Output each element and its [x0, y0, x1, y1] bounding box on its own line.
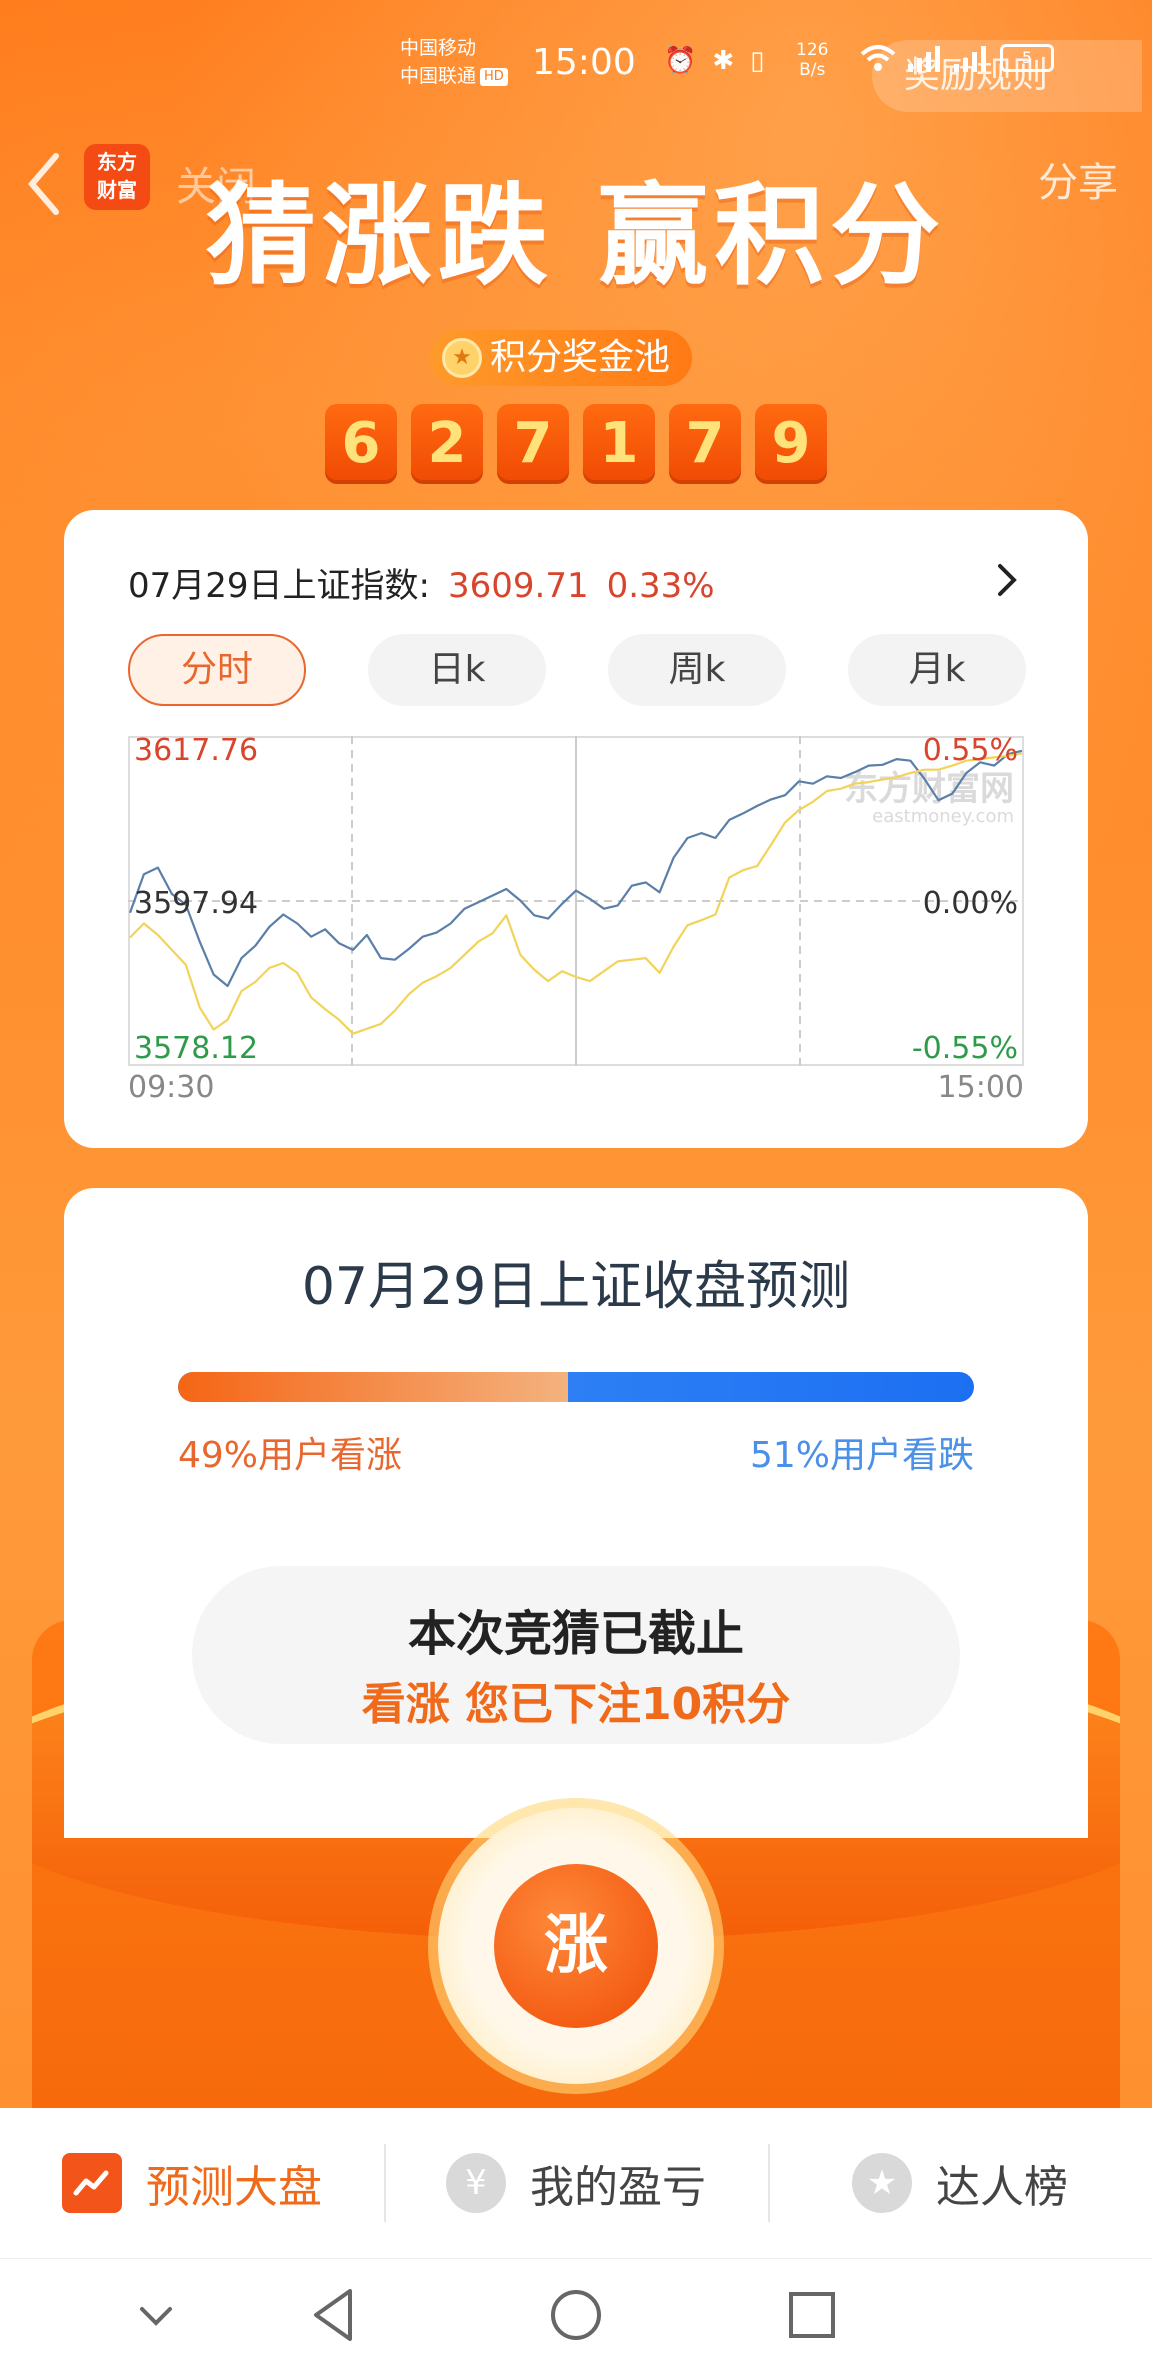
- tab-predict-market-label: 预测大盘: [146, 2162, 322, 2213]
- hd-badge: HD: [480, 67, 508, 86]
- tab-daily-k[interactable]: 日k: [368, 634, 546, 706]
- home-circle-icon[interactable]: [548, 2287, 604, 2343]
- vote-up-label: 49%用户看涨: [178, 1435, 403, 1476]
- index-chart-card: 07月29日上证指数: 3609.71 0.33% 分时 日k 周k 月k 东方财富…: [64, 510, 1088, 1148]
- app-logo-line1: 东方: [97, 150, 137, 174]
- status-clock: 15:00: [532, 42, 636, 83]
- guess-closed-box: 本次竞猜已截止 看涨 您已下注10积分: [192, 1566, 960, 1744]
- pool-digit: 1: [583, 404, 655, 484]
- index-change: 0.33%: [606, 566, 715, 606]
- page-title: 猜涨跌 赢积分: [205, 172, 947, 300]
- tab-my-profit-loss-label: 我的盈亏: [530, 2162, 706, 2213]
- prize-pool-label: ★ 积分奖金池: [430, 330, 693, 386]
- watermark-sub: eastmoney.com: [872, 806, 1014, 827]
- tab-monthly-k[interactable]: 月k: [848, 634, 1026, 706]
- tab-leaderboard-label: 达人榜: [936, 2162, 1068, 2213]
- coin-icon: ★: [442, 338, 482, 378]
- vibrate-icon: ▯: [750, 46, 765, 76]
- y-tick-right: 0.55%: [923, 736, 1018, 768]
- prediction-card: 07月29日上证收盘预测 49%用户看涨 51%用户看跌 本次竞猜已截止 看涨 …: [64, 1188, 1088, 1838]
- recent-apps-icon[interactable]: [786, 2289, 838, 2341]
- index-summary[interactable]: 07月29日上证指数: 3609.71 0.33%: [128, 558, 715, 607]
- vote-down-label: 51%用户看跌: [749, 1435, 974, 1476]
- rise-button-ring: 涨: [438, 1808, 714, 2084]
- index-label: 07月29日上证指数:: [128, 566, 430, 606]
- signal-icon-2: [954, 46, 986, 72]
- pool-digit: 2: [411, 404, 483, 484]
- time-end-label: 15:00: [937, 1070, 1024, 1105]
- index-value: 3609.71: [447, 566, 589, 606]
- carrier-1: 中国移动: [400, 37, 477, 59]
- status-icons: ⏰ ✱ ▯: [664, 46, 764, 76]
- net-speed-unit: B/s: [799, 60, 826, 80]
- trend-icon: [62, 2153, 122, 2213]
- vote-ratio-bar: [178, 1372, 974, 1402]
- y-tick-right: -0.55%: [912, 1031, 1018, 1066]
- chevron-down-icon[interactable]: [134, 2295, 178, 2339]
- battery-icon: 5: [1000, 44, 1054, 72]
- carrier-info: 中国移动 中国联通 HD: [400, 34, 508, 90]
- prediction-title: 07月29日上证收盘预测: [301, 1257, 851, 1317]
- time-axis: 09:30 15:00: [128, 1070, 1024, 1105]
- y-tick-left: 3578.12: [134, 1031, 258, 1066]
- signal-icons: 5: [860, 44, 1054, 72]
- pool-digit: 7: [497, 404, 569, 484]
- bluetooth-icon: ✱: [712, 46, 735, 76]
- signal-icon-1: [908, 46, 940, 72]
- back-triangle-icon[interactable]: [306, 2285, 362, 2345]
- guess-closed-title: 本次竞猜已截止: [407, 1606, 744, 1662]
- pool-digit: 7: [669, 404, 741, 484]
- tab-weekly-k[interactable]: 周k: [608, 634, 786, 706]
- system-nav-bar: [0, 2258, 1152, 2376]
- status-bar: 中国移动 中国联通 HD 15:00 ⏰ ✱ ▯ 126 B/s 奖励规则 5: [0, 0, 1152, 140]
- alarm-icon: ⏰: [664, 46, 697, 76]
- intraday-chart[interactable]: 东方财富网eastmoney.com 3617.76 3597.94 3578.12 0…: [128, 736, 1024, 1066]
- rise-button[interactable]: 涨: [494, 1864, 658, 2028]
- watermark: 东方财富网: [844, 769, 1014, 809]
- y-tick-left: 3597.94: [134, 886, 258, 921]
- prize-pool-text: 积分奖金池: [490, 337, 671, 378]
- pool-digit: 9: [755, 404, 827, 484]
- tab-my-profit-loss[interactable]: ¥ 我的盈亏: [384, 2108, 768, 2258]
- bottom-tab-bar: 预测大盘 ¥ 我的盈亏 ★ 达人榜: [0, 2108, 1152, 2258]
- tab-leaderboard[interactable]: ★ 达人榜: [768, 2108, 1152, 2258]
- medal-icon: ★: [852, 2153, 912, 2213]
- yen-icon: ¥: [446, 2153, 506, 2213]
- net-speed: 126 B/s: [796, 40, 828, 80]
- wifi-icon: [860, 45, 896, 71]
- y-tick-right: 0.00%: [923, 886, 1018, 921]
- y-tick-left: 3617.76: [134, 736, 258, 768]
- prize-pool-digits: 6 2 7 1 7 9: [0, 404, 1152, 484]
- tab-predict-market[interactable]: 预测大盘: [0, 2108, 384, 2258]
- chart-tabs: 分时 日k 周k 月k: [128, 634, 1026, 706]
- pool-digit: 6: [325, 404, 397, 484]
- chevron-right-icon[interactable]: [992, 560, 1022, 600]
- bet-info: 看涨 您已下注10积分: [361, 1679, 791, 1730]
- time-start-label: 09:30: [128, 1070, 215, 1105]
- carrier-2: 中国联通: [400, 65, 477, 87]
- tab-intraday[interactable]: 分时: [128, 634, 306, 706]
- net-speed-value: 126: [796, 40, 829, 60]
- vote-up-fill: [178, 1372, 569, 1402]
